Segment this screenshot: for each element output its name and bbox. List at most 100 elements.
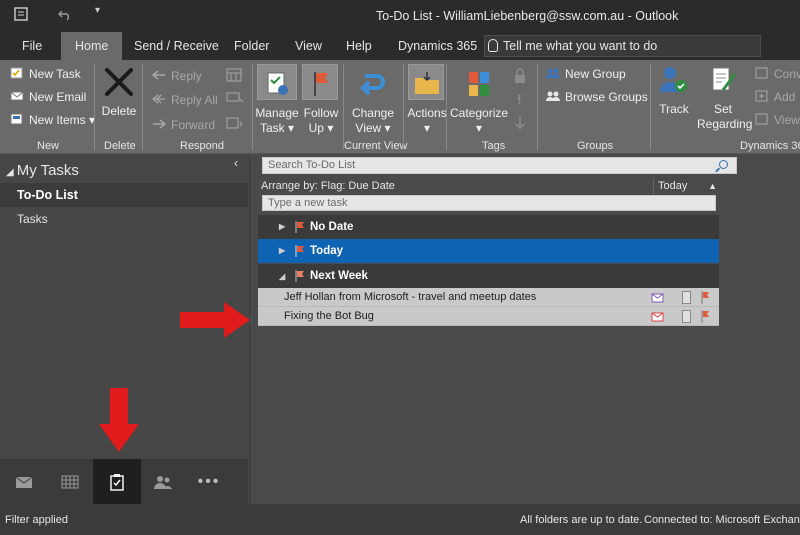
- group-header-next-week[interactable]: ◢ Next Week: [258, 264, 719, 288]
- group-header-today[interactable]: ▶ Today: [258, 239, 719, 263]
- search-icon[interactable]: [719, 160, 728, 169]
- browse-groups-button[interactable]: Browse Groups: [546, 88, 648, 106]
- change-view-arrow-icon: [360, 74, 385, 96]
- new-items-icon: [10, 113, 23, 125]
- reply-icon: [152, 70, 165, 80]
- forward-icon: [153, 119, 166, 129]
- tab-dynamics-365[interactable]: Dynamics 365: [398, 32, 477, 60]
- flagged-email-icon: [651, 293, 664, 303]
- forward-button[interactable]: Forward: [152, 116, 215, 134]
- reply-all-button[interactable]: Reply All: [152, 91, 218, 109]
- send-receive-all-icon[interactable]: [13, 6, 29, 25]
- collapsed-triangle-icon[interactable]: ▶: [279, 239, 285, 263]
- set-regarding-button[interactable]: Set Regarding: [697, 64, 752, 132]
- browse-people-icon: [546, 91, 560, 101]
- nav-item-tasks[interactable]: Tasks: [17, 212, 48, 226]
- window-title: To-Do List - WilliamLiebenberg@ssw.com.a…: [376, 9, 679, 23]
- reply-button[interactable]: Reply: [152, 67, 202, 85]
- tell-me-text: Tell me what you want to do: [503, 39, 658, 53]
- new-email-button[interactable]: New Email: [10, 88, 86, 106]
- title-bar: ▾ To-Do List - WilliamLiebenberg@ssw.com…: [0, 0, 800, 32]
- view-button[interactable]: View: [755, 111, 800, 129]
- delete-x-icon: [105, 68, 133, 96]
- group-label-delete: Delete: [104, 140, 136, 152]
- group-label-dynamics-365: Dynamics 365: [740, 140, 800, 152]
- mail-icon: [15, 476, 33, 488]
- task-subject: Fixing the Bot Bug: [284, 310, 374, 322]
- manage-task-icon: [267, 72, 288, 95]
- track-button[interactable]: Track: [653, 64, 695, 117]
- arrange-by-bar[interactable]: Arrange by: Flag: Due Date Today ▲: [258, 178, 719, 194]
- tasks-module-button[interactable]: [93, 459, 141, 504]
- actions-button[interactable]: Actions ▾: [406, 68, 448, 136]
- flag-icon: [295, 270, 304, 282]
- undo-icon[interactable]: [57, 6, 73, 25]
- task-complete-checkbox[interactable]: [682, 291, 691, 304]
- people-icon: [546, 68, 560, 78]
- delete-button[interactable]: Delete: [100, 66, 138, 119]
- nav-item-to-do-list[interactable]: To-Do List: [0, 183, 248, 207]
- my-tasks-header[interactable]: ◢ My Tasks: [6, 162, 79, 179]
- new-group-button[interactable]: New Group: [546, 65, 626, 83]
- group-label-groups: Groups: [577, 140, 614, 152]
- new-task-button[interactable]: New Task: [10, 65, 81, 83]
- task-subject: Jeff Hollan from Microsoft - travel and …: [284, 291, 537, 303]
- module-switcher: •••: [0, 459, 248, 504]
- tab-view[interactable]: View: [295, 32, 322, 60]
- arrange-by-label[interactable]: Arrange by: Flag: Due Date: [261, 178, 395, 194]
- tab-send-receive[interactable]: Send / Receive: [134, 32, 219, 60]
- collapsed-triangle-icon[interactable]: ▶: [279, 215, 285, 239]
- expanded-triangle-icon[interactable]: ◢: [279, 265, 285, 289]
- high-importance-icon[interactable]: !: [517, 91, 522, 107]
- flag-icon: [295, 221, 304, 233]
- task-complete-checkbox[interactable]: [682, 310, 691, 323]
- low-importance-icon[interactable]: [514, 116, 526, 133]
- im-icon[interactable]: [226, 92, 244, 109]
- row-flag-icon[interactable]: [701, 310, 710, 323]
- manage-task-button[interactable]: Manage Task ▾: [254, 68, 300, 136]
- more-modules-button[interactable]: •••: [185, 459, 233, 504]
- tab-help[interactable]: Help: [346, 32, 372, 60]
- reply-all-icon: [152, 94, 165, 104]
- group-label-respond: Respond: [180, 140, 225, 152]
- mail-module-button[interactable]: [0, 459, 48, 504]
- track-icon: [660, 67, 687, 92]
- change-view-button[interactable]: Change View ▾: [349, 68, 397, 136]
- tell-me-search[interactable]: Tell me what you want to do: [484, 35, 761, 57]
- calendar-module-button[interactable]: [46, 459, 94, 504]
- private-lock-icon[interactable]: [513, 68, 527, 87]
- convert-button[interactable]: Conv: [755, 65, 800, 83]
- ellipsis-icon: •••: [197, 472, 221, 490]
- connection-status: Connected to: Microsoft Exchange: [644, 514, 800, 526]
- envelope-icon: [10, 91, 24, 101]
- sort-today-header[interactable]: Today ▲: [653, 178, 719, 194]
- group-header-no-date[interactable]: ▶ No Date: [258, 215, 719, 239]
- meeting-icon[interactable]: [226, 68, 242, 85]
- group-label-tags: Tags: [482, 140, 506, 152]
- row-flag-icon[interactable]: [701, 291, 710, 304]
- search-to-do-list-input[interactable]: Search To-Do List: [262, 157, 737, 174]
- new-items-button[interactable]: New Items ▾: [10, 111, 95, 129]
- sync-status: All folders are up to date.: [520, 514, 643, 526]
- follow-up-button[interactable]: Follow Up ▾: [301, 68, 341, 136]
- task-row[interactable]: Jeff Hollan from Microsoft - travel and …: [258, 288, 719, 307]
- tab-folder[interactable]: Folder: [234, 32, 269, 60]
- new-task-input[interactable]: Type a new task: [262, 195, 716, 211]
- categorize-button[interactable]: Categorize ▾: [450, 68, 508, 136]
- categorize-icon: [469, 72, 489, 96]
- status-bar: Filter applied All folders are up to dat…: [0, 504, 800, 535]
- task-clipboard-icon: [10, 67, 23, 79]
- tab-file[interactable]: File: [22, 32, 42, 60]
- task-row[interactable]: Fixing the Bot Bug: [258, 307, 719, 326]
- more-respond-icon[interactable]: [226, 116, 244, 133]
- tab-home[interactable]: Home: [61, 32, 123, 60]
- collapse-pane-icon[interactable]: ‹: [234, 156, 238, 170]
- add-button[interactable]: Add: [755, 88, 795, 106]
- red-flag-icon: [314, 72, 328, 96]
- sort-ascending-icon: ▲: [708, 181, 717, 191]
- flag-icon: [295, 245, 304, 257]
- group-label-current-view: Current View: [344, 140, 408, 152]
- people-module-button[interactable]: [139, 459, 187, 504]
- customize-quick-access-icon[interactable]: ▾: [95, 5, 100, 16]
- red-arrow-right-annotation: [180, 302, 250, 338]
